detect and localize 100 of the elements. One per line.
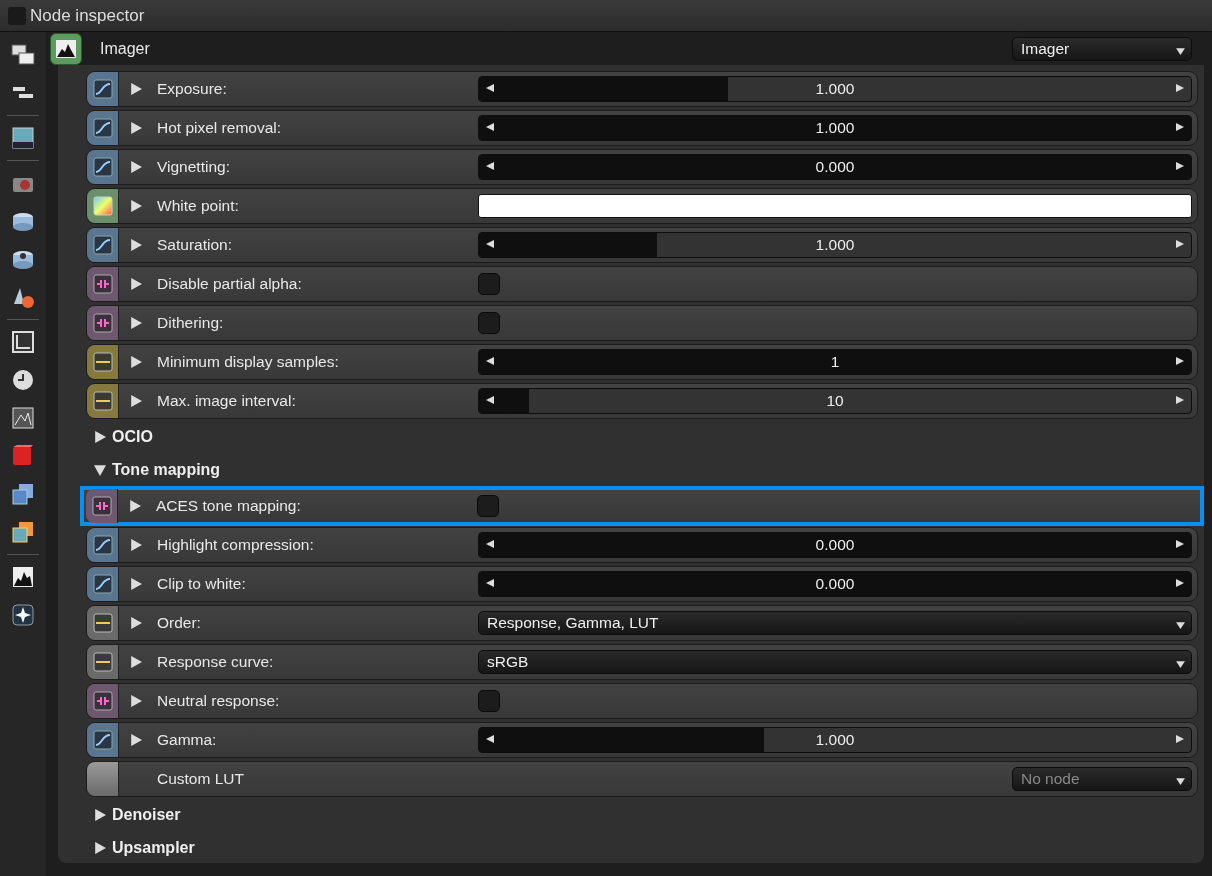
right-arrow-icon[interactable] (1175, 161, 1185, 171)
parameter-row[interactable]: Hot pixel removal: 1.000 (86, 110, 1198, 146)
expand-arrow-icon[interactable] (130, 278, 142, 290)
curve-icon[interactable] (87, 111, 119, 145)
right-arrow-icon[interactable] (1175, 239, 1185, 249)
expand-arrow-icon[interactable] (130, 695, 142, 707)
expand-arrow-icon[interactable] (94, 464, 106, 476)
expand-arrow-icon[interactable] (130, 200, 142, 212)
texture-icon[interactable] (10, 405, 36, 431)
parameter-row[interactable]: Highlight compression: 0.000 (86, 527, 1198, 563)
clock-icon[interactable] (10, 367, 36, 393)
parameter-row[interactable]: Minimum display samples: 1 (86, 344, 1198, 380)
expand-arrow-icon[interactable] (130, 239, 142, 251)
expand-arrow-icon[interactable] (130, 395, 142, 407)
parameter-row[interactable]: Saturation: 1.000 (86, 227, 1198, 263)
picture-icon[interactable] (10, 125, 36, 151)
expand-arrow-icon[interactable] (94, 431, 106, 443)
value-slider[interactable]: 1.000 (478, 232, 1192, 258)
right-arrow-icon[interactable] (1175, 356, 1185, 366)
left-arrow-icon[interactable] (485, 122, 495, 132)
gradient-icon[interactable] (87, 189, 119, 223)
checkbox[interactable] (477, 495, 499, 517)
right-arrow-icon[interactable] (1175, 578, 1185, 588)
expand-arrow-icon[interactable] (130, 617, 142, 629)
value-slider[interactable]: 0.000 (478, 571, 1192, 597)
node-dropdown[interactable]: No node (1012, 767, 1192, 791)
value-slider[interactable]: 1.000 (478, 727, 1192, 753)
expand-arrow-icon[interactable] (130, 83, 142, 95)
expand-arrow-icon[interactable] (130, 122, 142, 134)
expand-arrow-icon[interactable] (94, 809, 106, 821)
starburst-icon[interactable] (10, 602, 36, 628)
expand-arrow-icon[interactable] (129, 500, 141, 512)
parameter-row[interactable]: Disable partial alpha: (86, 266, 1198, 302)
layers-icon[interactable] (10, 519, 36, 545)
expand-arrow-icon[interactable] (130, 161, 142, 173)
expand-arrow-icon[interactable] (130, 539, 142, 551)
left-arrow-icon[interactable] (485, 578, 495, 588)
right-arrow-icon[interactable] (1175, 83, 1185, 93)
node-swatch[interactable] (87, 762, 119, 796)
curve-icon[interactable] (87, 72, 119, 106)
right-arrow-icon[interactable] (1175, 122, 1185, 132)
left-arrow-icon[interactable] (485, 734, 495, 744)
section-title[interactable]: Tone mapping (112, 461, 221, 479)
mountain-icon[interactable] (50, 32, 82, 65)
dropdown[interactable]: Response, Gamma, LUT (478, 611, 1192, 635)
toggle-icon[interactable] (87, 267, 119, 301)
parameter-row[interactable]: Response curve: sRGB (86, 644, 1198, 680)
left-arrow-icon[interactable] (485, 539, 495, 549)
expand-arrow-icon[interactable] (94, 842, 106, 854)
left-arrow-icon[interactable] (485, 83, 495, 93)
parameter-row[interactable]: Order: Response, Gamma, LUT (86, 605, 1198, 641)
value-slider[interactable]: 1.000 (478, 76, 1192, 102)
parameter-row[interactable]: Custom LUT No node (86, 761, 1198, 797)
value-slider[interactable]: 0.000 (478, 154, 1192, 180)
parameter-row[interactable]: Max. image interval: 10 (86, 383, 1198, 419)
parameter-row[interactable]: Neutral response: (86, 683, 1198, 719)
section-title[interactable]: OCIO (112, 428, 153, 446)
checkbox[interactable] (478, 312, 500, 334)
toggle-icon[interactable] (87, 684, 119, 718)
dropdown[interactable]: sRGB (478, 650, 1192, 674)
parameter-row[interactable]: White point: (86, 188, 1198, 224)
value-slider[interactable]: 1 (478, 349, 1192, 375)
expand-arrow-icon[interactable] (130, 317, 142, 329)
parameter-row[interactable]: ACES tone mapping: (80, 486, 1204, 526)
left-arrow-icon[interactable] (485, 239, 495, 249)
value-slider[interactable]: 10 (478, 388, 1192, 414)
expand-arrow-icon[interactable] (130, 578, 142, 590)
checkbox[interactable] (478, 273, 500, 295)
value-slider[interactable]: 0.000 (478, 532, 1192, 558)
section-title[interactable]: Upsampler (112, 839, 195, 857)
curve-icon[interactable] (87, 228, 119, 262)
left-arrow-icon[interactable] (485, 395, 495, 405)
layers-icon[interactable] (10, 481, 36, 507)
checkbox[interactable] (478, 690, 500, 712)
parameter-row[interactable]: Clip to white: 0.000 (86, 566, 1198, 602)
right-arrow-icon[interactable] (1175, 539, 1185, 549)
expand-arrow-icon[interactable] (130, 356, 142, 368)
value-slider[interactable]: 1.000 (478, 115, 1192, 141)
histogram-icon[interactable] (10, 564, 36, 590)
color-swatch[interactable] (478, 194, 1192, 218)
toggle-icon[interactable] (87, 306, 119, 340)
frame-icon[interactable] (10, 329, 36, 355)
right-arrow-icon[interactable] (1175, 395, 1185, 405)
curve-icon[interactable] (87, 567, 119, 601)
curve-icon[interactable] (87, 528, 119, 562)
parameter-row[interactable]: Dithering: (86, 305, 1198, 341)
node-type-dropdown[interactable]: Imager (1012, 36, 1192, 61)
left-arrow-icon[interactable] (485, 356, 495, 366)
section-title[interactable]: Denoiser (112, 806, 181, 824)
windows-icon[interactable] (10, 42, 36, 68)
toggle-icon[interactable] (86, 489, 118, 523)
expand-arrow-icon[interactable] (130, 734, 142, 746)
parameter-row[interactable]: Vignetting: 0.000 (86, 149, 1198, 185)
curve-icon[interactable] (87, 150, 119, 184)
parameter-row[interactable]: Gamma: 1.000 (86, 722, 1198, 758)
expand-arrow-icon[interactable] (130, 656, 142, 668)
right-arrow-icon[interactable] (1175, 734, 1185, 744)
left-arrow-icon[interactable] (485, 161, 495, 171)
curve-icon[interactable] (87, 723, 119, 757)
parameter-row[interactable]: Exposure: 1.000 (86, 71, 1198, 107)
